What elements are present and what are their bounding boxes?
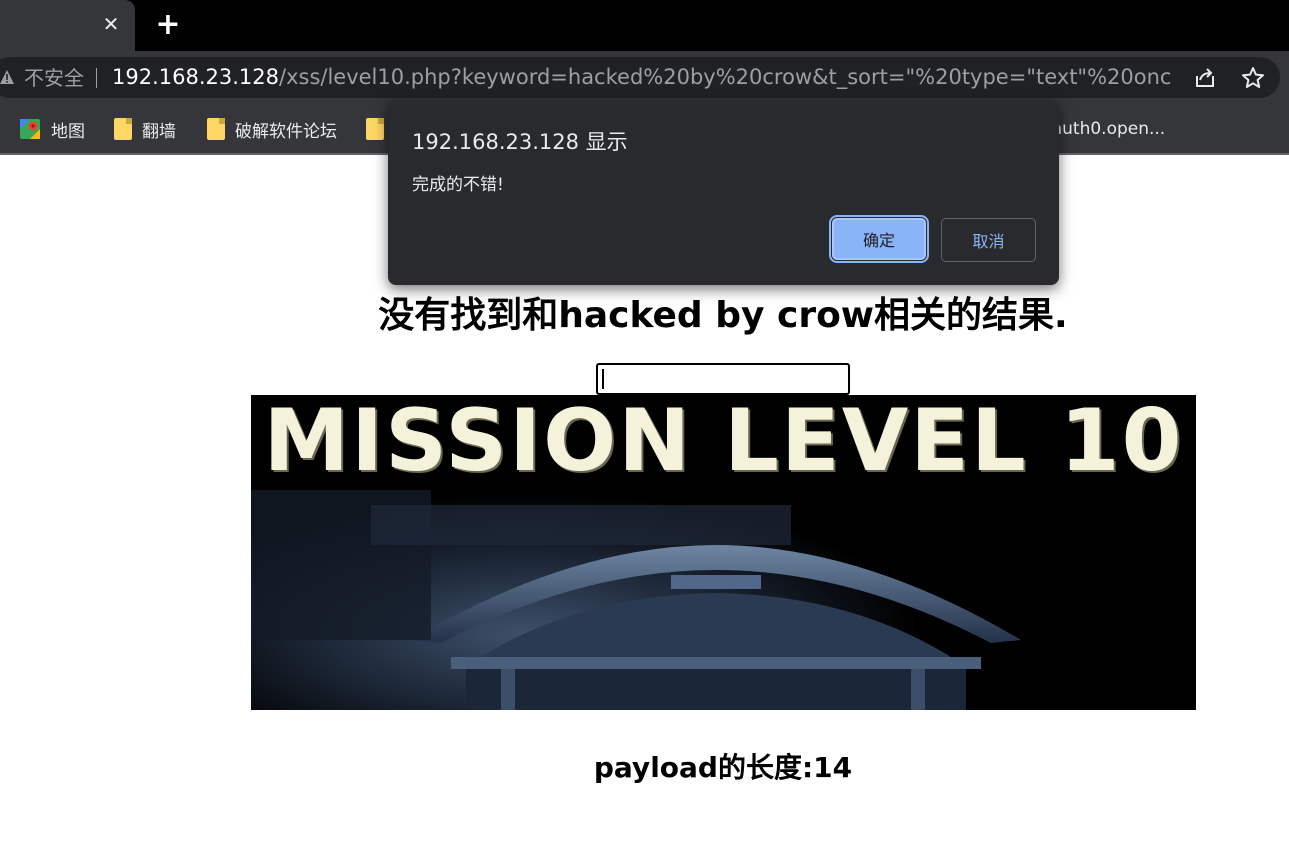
payload-length-text: payload的长度:14 xyxy=(593,751,853,784)
tab-strip: ✕ + xyxy=(0,0,1289,51)
browser-toolbar: 不安全 192.168.23.128/xss/level10.php?keywo… xyxy=(0,51,1289,105)
tab-close-icon[interactable]: ✕ xyxy=(99,12,123,36)
cancel-button[interactable]: 取消 xyxy=(941,218,1036,262)
address-separator xyxy=(96,68,97,88)
ok-button[interactable]: 确定 xyxy=(829,215,929,263)
result-heading: 没有找到和hacked by crow相关的结果. xyxy=(378,295,1068,336)
bookmark-label: 翻墙 xyxy=(142,121,176,142)
folder-icon xyxy=(114,118,132,140)
alert-dialog: 192.168.23.128 显示 完成的不错! 确定 取消 xyxy=(388,100,1059,285)
text-caret xyxy=(602,369,604,389)
banner-title: MISSION LEVEL 10 xyxy=(263,395,1184,491)
keyword-input[interactable] xyxy=(596,363,850,395)
dialog-message: 完成的不错! xyxy=(412,175,504,195)
folder-icon xyxy=(207,118,225,140)
bookmark-folder-3[interactable] xyxy=(366,115,384,143)
active-tab[interactable]: ✕ xyxy=(0,0,135,51)
bookmark-maps[interactable]: 地图 xyxy=(19,115,85,143)
warning-icon[interactable] xyxy=(0,68,14,86)
google-maps-icon xyxy=(20,119,40,139)
new-tab-icon[interactable]: + xyxy=(153,10,183,40)
share-icon[interactable] xyxy=(1193,67,1217,89)
dialog-title: 192.168.23.128 显示 xyxy=(412,130,628,154)
url-path: /xss/level10.php?keyword=hacked%20by%20c… xyxy=(279,65,1172,89)
bookmark-star-icon[interactable] xyxy=(1241,66,1265,90)
bookmark-label: 地图 xyxy=(51,121,85,142)
bookmark-label: /auth0.open... xyxy=(1046,119,1166,139)
bookmark-label: 破解软件论坛 xyxy=(235,121,337,142)
security-status-label[interactable]: 不安全 xyxy=(24,66,84,90)
bookmark-folder-1[interactable]: 翻墙 xyxy=(114,115,176,143)
bookmark-overflow[interactable]: /auth0.open... xyxy=(1046,115,1165,143)
mission-banner-image: MISSION LEVEL 10 xyxy=(251,395,1196,710)
url-host: 192.168.23.128 xyxy=(112,65,279,89)
bookmark-folder-2[interactable]: 破解软件论坛 xyxy=(207,115,337,143)
url-text[interactable]: 192.168.23.128/xss/level10.php?keyword=h… xyxy=(112,65,1172,90)
folder-icon xyxy=(366,118,384,140)
address-bar[interactable]: 不安全 192.168.23.128/xss/level10.php?keywo… xyxy=(0,57,1280,98)
